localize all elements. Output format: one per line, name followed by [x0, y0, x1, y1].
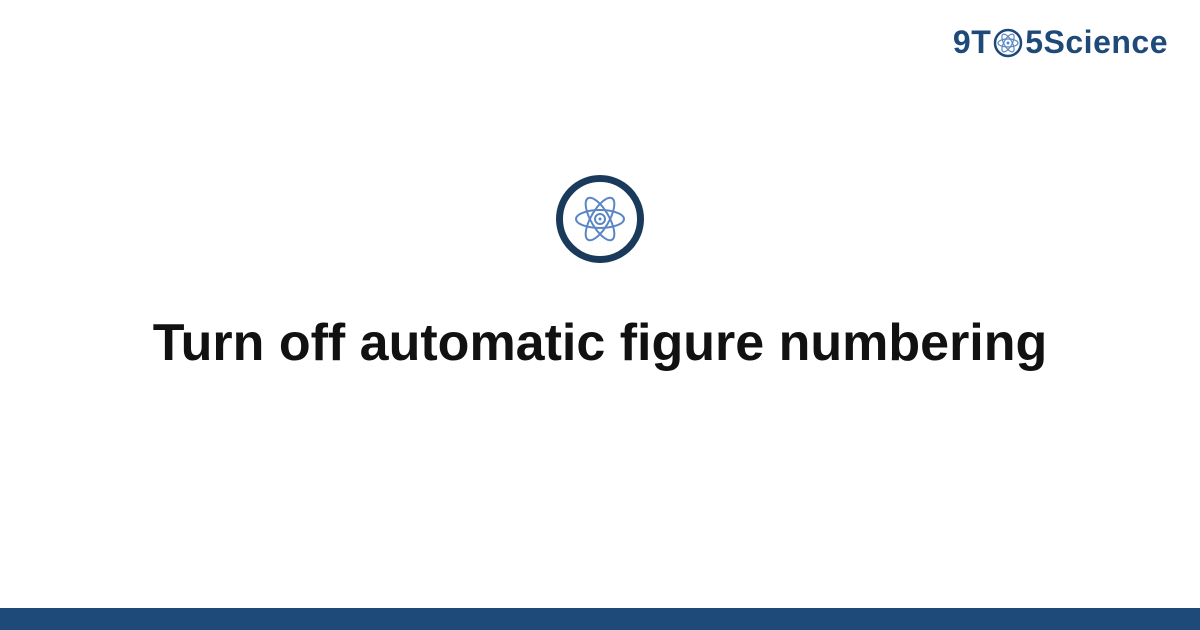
atom-icon-large: [556, 175, 644, 263]
main-content: Turn off automatic figure numbering: [0, 0, 1200, 630]
footer-accent-bar: [0, 608, 1200, 630]
page-title: Turn off automatic figure numbering: [153, 311, 1048, 376]
